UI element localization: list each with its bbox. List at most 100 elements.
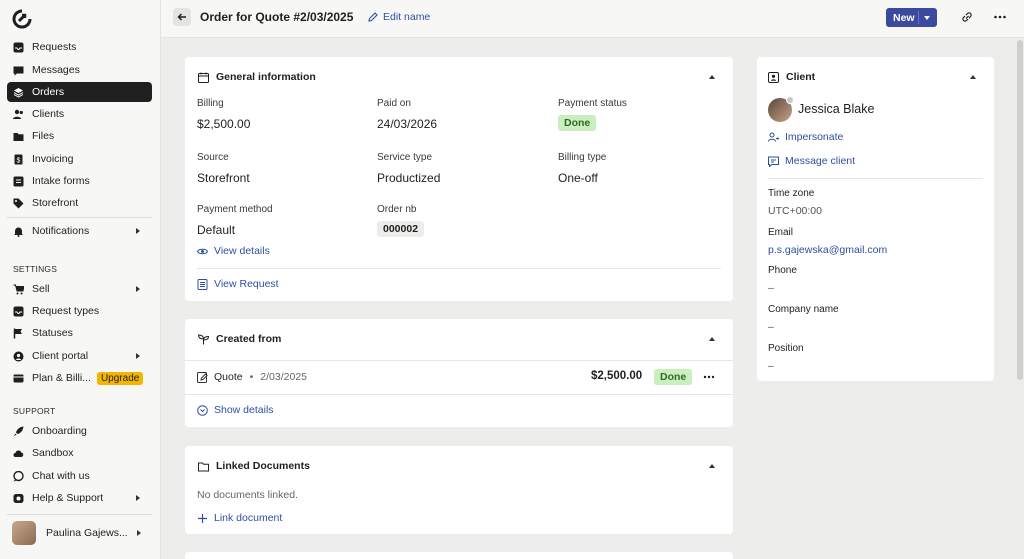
page-title: Order for Quote #2/03/2025: [200, 10, 354, 24]
sidebar-item-files[interactable]: Files: [7, 126, 152, 146]
quote-edit-icon: [197, 371, 208, 383]
view-request-link[interactable]: View Request: [197, 278, 279, 290]
new-button-label: New: [893, 11, 915, 24]
avatar: [12, 521, 36, 545]
link-icon[interactable]: [960, 10, 974, 24]
edit-name-label: Edit name: [383, 11, 431, 23]
phone-value: –: [768, 282, 774, 294]
more-options-icon[interactable]: [703, 372, 715, 382]
client-card: Client Jessica Blake Impersonate Message…: [757, 57, 994, 381]
upgrade-badge[interactable]: Upgrade: [96, 371, 144, 385]
source-label: Source: [197, 152, 229, 163]
sidebar-item-orders[interactable]: Orders: [7, 82, 152, 102]
edit-name-link[interactable]: Edit name: [368, 11, 430, 23]
app-logo-icon[interactable]: [12, 9, 32, 29]
folder-icon: [198, 462, 209, 471]
chevron-up-icon[interactable]: [709, 75, 715, 79]
sidebar-item-label: Sell: [32, 283, 50, 295]
sidebar-item-request-types[interactable]: Request types: [7, 301, 152, 321]
general-information-card: General information Billing $2,500.00 Pa…: [185, 57, 733, 301]
link-document-label: Link document: [214, 512, 283, 524]
card-header[interactable]: Client: [768, 71, 815, 83]
chevron-up-icon[interactable]: [709, 337, 715, 341]
support-section-title: SUPPORT: [13, 406, 56, 416]
back-button[interactable]: [173, 8, 191, 26]
sidebar-item-plan-billing[interactable]: Plan & Billi... Upgrade: [7, 368, 152, 388]
email-link[interactable]: p.s.gajewska@gmail.com: [768, 244, 887, 256]
sidebar-item-client-portal[interactable]: Client portal: [7, 346, 152, 366]
link-document-button[interactable]: Link document: [197, 512, 282, 524]
sidebar-item-sell[interactable]: Sell: [7, 279, 152, 299]
sidebar-item-requests[interactable]: Requests: [7, 37, 152, 57]
card-header[interactable]: Created from: [198, 333, 281, 345]
card-header[interactable]: General information: [198, 71, 316, 83]
email-label: Email: [768, 227, 794, 238]
settings-section-title: SETTINGS: [13, 264, 58, 274]
sidebar-item-invoicing[interactable]: $ Invoicing: [7, 149, 152, 169]
new-button[interactable]: New: [886, 8, 937, 27]
sidebar-item-notifications[interactable]: Notifications: [7, 221, 152, 241]
card-title: General information: [216, 71, 316, 83]
chevron-up-icon[interactable]: [709, 464, 715, 468]
view-details-label: View details: [214, 245, 270, 257]
card-icon: [13, 373, 24, 384]
paid-on-value: 24/03/2026: [377, 117, 438, 131]
sidebar-item-storefront[interactable]: Storefront: [7, 193, 152, 213]
plus-icon: [198, 513, 207, 523]
chevron-right-icon: [136, 495, 140, 501]
billing-label: Billing: [197, 98, 224, 109]
message-client-link[interactable]: Message client: [768, 155, 855, 167]
sidebar-item-label: Files: [32, 130, 55, 142]
contact-card-icon: [768, 71, 779, 83]
sidebar-item-label: Notifications: [32, 225, 90, 237]
position-value: –: [768, 360, 774, 372]
show-details-link[interactable]: Show details: [197, 404, 274, 416]
chevron-right-icon: [136, 286, 140, 292]
sidebar-item-clients[interactable]: Clients: [7, 104, 152, 124]
more-options-icon[interactable]: [993, 10, 1007, 24]
users-icon: [13, 109, 24, 120]
timezone-label: Time zone: [768, 188, 815, 199]
client-name[interactable]: Jessica Blake: [798, 102, 874, 116]
bell-icon: [13, 226, 24, 237]
pencil-icon: [368, 12, 378, 22]
user-menu[interactable]: Paulina Gajews...: [8, 520, 153, 546]
chat-icon: [13, 65, 24, 76]
chevron-up-icon[interactable]: [970, 75, 976, 79]
payment-status-label: Payment status: [558, 98, 627, 109]
chevron-down-icon[interactable]: [924, 16, 930, 20]
form-icon: [13, 176, 24, 187]
sidebar-item-onboarding[interactable]: Onboarding: [7, 421, 152, 441]
sidebar-item-messages[interactable]: Messages: [7, 60, 152, 80]
chat-bubble-icon: [13, 470, 24, 482]
folder-icon: [13, 131, 24, 142]
quote-type: Quote: [214, 371, 243, 383]
sidebar-item-label: Request types: [32, 305, 100, 317]
message-icon: [768, 156, 779, 167]
arrow-left-icon: [177, 13, 186, 21]
view-request-label: View Request: [214, 278, 279, 290]
cloud-icon: [13, 448, 24, 459]
card-header[interactable]: Linked Documents: [198, 460, 310, 472]
view-details-link[interactable]: View details: [197, 245, 270, 257]
eye-icon: [197, 248, 208, 254]
scrollbar[interactable]: [1017, 40, 1023, 380]
sidebar-item-help-support[interactable]: Help & Support: [7, 488, 152, 508]
layers-icon: [13, 87, 24, 98]
divider: [185, 360, 733, 361]
sidebar-item-chat-with-us[interactable]: Chat with us: [7, 466, 152, 486]
split-divider: [918, 11, 919, 24]
billing-type-label: Billing type: [558, 152, 607, 163]
order-number-badge: 000002: [377, 221, 425, 237]
sidebar-item-label: Invoicing: [32, 153, 74, 165]
impersonate-link[interactable]: Impersonate: [768, 131, 843, 143]
sidebar-item-intake-forms[interactable]: Intake forms: [7, 171, 152, 191]
sidebar-item-statuses[interactable]: Statuses: [7, 323, 152, 343]
invoice-icon: $: [13, 154, 24, 165]
sidebar-item-label: Intake forms: [32, 175, 90, 187]
created-from-card: Created from Quote • 2/03/2025 $2,500.00…: [185, 319, 733, 427]
sidebar-item-sandbox[interactable]: Sandbox: [7, 443, 152, 463]
source-quote-row[interactable]: Quote • 2/03/2025: [197, 371, 307, 383]
sidebar-item-label: Messages: [32, 64, 80, 76]
payment-method-label: Payment method: [197, 204, 273, 215]
